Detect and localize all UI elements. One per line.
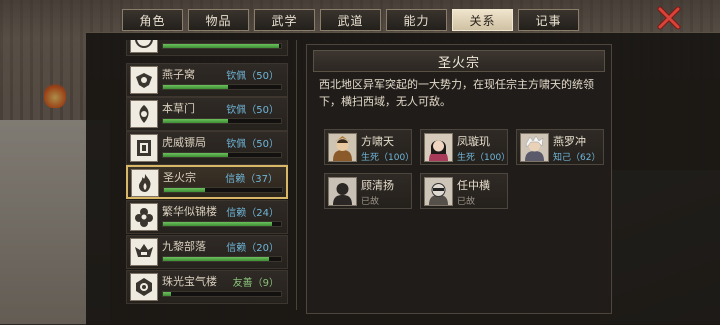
faction-name: 圣火宗 bbox=[163, 171, 196, 184]
silhouette-portrait-icon bbox=[328, 177, 357, 206]
tab-journal[interactable]: 记事 bbox=[518, 9, 579, 31]
relation-bar-fill bbox=[164, 188, 206, 192]
flame-sect-emblem-icon bbox=[131, 169, 159, 197]
faction-name: 九黎部落 bbox=[162, 240, 206, 253]
relation-bar bbox=[163, 187, 283, 193]
tab-martial-way[interactable]: 武道 bbox=[320, 9, 381, 31]
relation-status: 钦佩（50） bbox=[226, 139, 279, 150]
member-relation: 生死（100） bbox=[457, 153, 511, 163]
relation-bar-fill bbox=[163, 257, 270, 261]
member-name: 燕罗冲 bbox=[553, 135, 586, 148]
faction-name: 本草门 bbox=[162, 102, 195, 115]
panel-divider bbox=[296, 40, 297, 310]
member-relation: 生死（100） bbox=[361, 153, 415, 163]
close-icon bbox=[657, 6, 681, 30]
member-card[interactable]: 方啸天 生死（100） bbox=[324, 129, 415, 165]
faction-detail-panel: 圣火宗 西北地区异军突起的一大势力，在现任宗主方啸天的统领下，横扫西域，无人可敌… bbox=[306, 44, 612, 314]
tab-items[interactable]: 物品 bbox=[188, 9, 249, 31]
relation-status: 钦佩（50） bbox=[226, 71, 279, 82]
masked-portrait-icon bbox=[424, 177, 453, 206]
faction-row-jiuli-tribe[interactable]: 九黎部落 信赖（20） bbox=[126, 235, 288, 269]
member-relation: 知己（62） bbox=[553, 153, 601, 163]
tiger-escort-emblem-icon bbox=[130, 134, 158, 162]
member-name: 顾清扬 bbox=[361, 179, 394, 192]
tab-character[interactable]: 角色 bbox=[122, 9, 183, 31]
relation-bar bbox=[162, 118, 282, 124]
relation-bar-fill bbox=[163, 44, 279, 48]
faction-name: 繁华似锦楼 bbox=[162, 205, 217, 218]
member-card[interactable]: 凤璇玑 生死（100） bbox=[420, 129, 511, 165]
relation-bar bbox=[162, 43, 282, 49]
member-name: 任中横 bbox=[457, 179, 490, 192]
member-card[interactable]: 任中横 已故 bbox=[420, 173, 508, 209]
faction-name: 燕子窝 bbox=[162, 68, 195, 81]
faction-title: 圣火宗 bbox=[313, 50, 605, 72]
faction-row-flower-tower[interactable]: 繁华似锦楼 信赖（24） bbox=[126, 200, 288, 234]
relation-bar-fill bbox=[163, 222, 272, 226]
member-name: 凤璇玑 bbox=[457, 135, 490, 148]
member-card[interactable]: 燕罗冲 知己（62） bbox=[516, 129, 604, 165]
jiuli-tribe-emblem-icon bbox=[130, 238, 158, 266]
faction-name: 虎威镖局 bbox=[162, 136, 206, 149]
close-button[interactable] bbox=[656, 5, 682, 31]
relation-status: 钦佩（50） bbox=[226, 105, 279, 116]
member-name: 方啸天 bbox=[361, 135, 394, 148]
relation-bar bbox=[162, 152, 282, 158]
member-relation: 已故 bbox=[361, 197, 380, 207]
member-relation: 已故 bbox=[457, 197, 476, 207]
relation-bar-fill bbox=[163, 292, 172, 296]
treasure-tower-emblem-icon bbox=[130, 273, 158, 301]
menu-tabs: 角色 物品 武学 武道 能力 关系 记事 bbox=[122, 9, 579, 31]
female-portrait-icon bbox=[424, 133, 453, 162]
relation-status: 信赖（20） bbox=[226, 243, 279, 254]
relation-bar-fill bbox=[163, 153, 228, 157]
relation-status: 信赖（24） bbox=[226, 208, 279, 219]
relation-bar bbox=[162, 221, 282, 227]
faction-row[interactable] bbox=[126, 40, 288, 56]
relation-bar bbox=[162, 291, 282, 297]
herb-sect-emblem-icon bbox=[130, 100, 158, 128]
faction-list[interactable]: 燕子窝 钦佩（50） 本草门 钦佩（50） 虎威镖局 钦佩（50） 圣火宗 信赖… bbox=[126, 40, 288, 310]
tab-relations[interactable]: 关系 bbox=[452, 9, 513, 31]
swallow-nest-emblem-icon bbox=[130, 66, 158, 94]
faction-name: 珠光宝气楼 bbox=[162, 275, 217, 288]
member-card[interactable]: 顾清扬 已故 bbox=[324, 173, 412, 209]
faction-emblem-icon bbox=[130, 40, 158, 53]
relation-status: 信赖（37） bbox=[225, 174, 278, 185]
male-warrior-portrait-icon bbox=[328, 133, 357, 162]
faction-row-tiger-escort[interactable]: 虎威镖局 钦佩（50） bbox=[126, 131, 288, 165]
relation-status: 友善（9） bbox=[232, 278, 279, 289]
relation-bar bbox=[162, 256, 282, 262]
relation-bar-fill bbox=[163, 119, 228, 123]
flower-tower-emblem-icon bbox=[130, 203, 158, 231]
tab-abilities[interactable]: 能力 bbox=[386, 9, 447, 31]
faction-row-swallow-nest[interactable]: 燕子窝 钦佩（50） bbox=[126, 63, 288, 97]
relation-bar bbox=[162, 84, 282, 90]
white-hair-portrait-icon bbox=[520, 133, 549, 162]
faction-row-treasure-tower[interactable]: 珠光宝气楼 友善（9） bbox=[126, 270, 288, 304]
tab-martial-arts[interactable]: 武学 bbox=[254, 9, 315, 31]
faction-row-herb-sect[interactable]: 本草门 钦佩（50） bbox=[126, 97, 288, 131]
faction-row-flame-sect[interactable]: 圣火宗 信赖（37） bbox=[126, 165, 288, 199]
faction-description: 西北地区异军突起的一大势力，在现任宗主方啸天的统领下，横扫西域，无人可敌。 bbox=[319, 78, 594, 108]
relation-bar-fill bbox=[163, 85, 228, 89]
